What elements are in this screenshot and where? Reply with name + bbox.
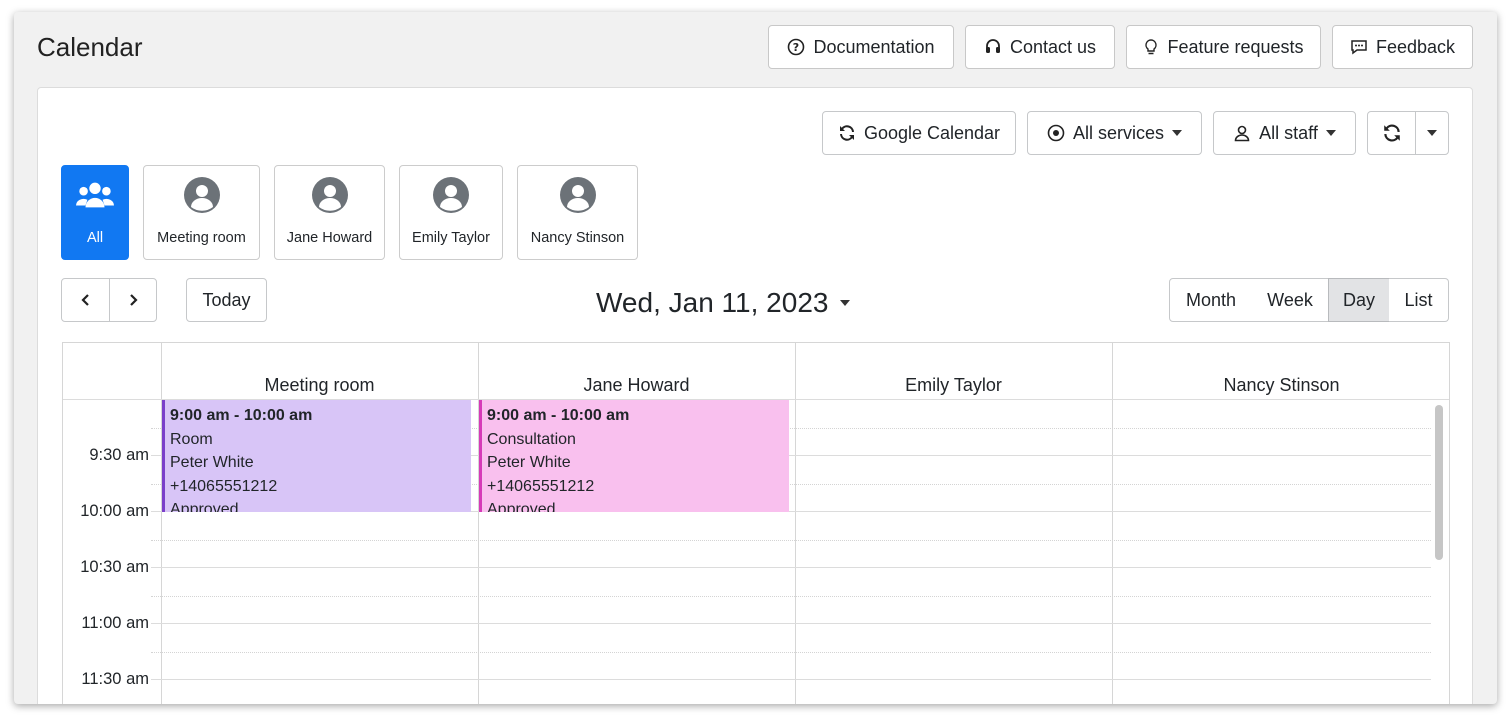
documentation-button[interactable]: ? Documentation	[768, 25, 954, 69]
caret-down-icon	[1172, 130, 1183, 136]
services-label: All services	[1072, 122, 1165, 143]
event-status: Approved	[487, 501, 556, 512]
staff-filter-label: Emily Taylor	[412, 230, 490, 246]
staff-filter-jane-howard[interactable]: Jane Howard	[274, 165, 385, 260]
date-picker[interactable]: Wed, Jan 11, 2023	[596, 287, 851, 319]
next-button[interactable]	[109, 278, 157, 322]
view-week-button[interactable]: Week	[1252, 278, 1329, 322]
avatar-icon	[311, 177, 348, 213]
time-label: 10:00 am	[80, 502, 149, 520]
staff-filter-label: Jane Howard	[286, 230, 373, 246]
staff-label: All staff	[1259, 122, 1318, 143]
view-day-button[interactable]: Day	[1328, 278, 1390, 322]
avatar-icon	[559, 177, 596, 213]
google-calendar-label: Google Calendar	[863, 122, 1001, 143]
contact-us-label: Contact us	[1009, 36, 1097, 57]
refresh-icon	[1383, 124, 1400, 142]
column-header: Meeting room	[264, 375, 375, 395]
event-time: 9:00 am - 10:00 am	[170, 407, 313, 424]
appointment-event[interactable]: 9:00 am - 10:00 am Consultation Peter Wh…	[479, 400, 789, 512]
feedback-button[interactable]: Feedback	[1332, 25, 1473, 69]
svg-text:?: ?	[793, 41, 799, 54]
appointment-event[interactable]: 9:00 am - 10:00 am Room Peter White +140…	[162, 400, 471, 512]
event-phone: +14065551212	[170, 477, 278, 495]
staff-filter-label: All	[86, 230, 104, 246]
calendar-card: Google Calendar All services All staff A…	[37, 87, 1473, 704]
contact-us-button[interactable]: Contact us	[965, 25, 1115, 69]
time-label: 11:30 am	[81, 670, 149, 688]
today-button[interactable]: Today	[186, 278, 267, 322]
avatar-icon	[183, 177, 220, 213]
refresh-options-dropdown[interactable]	[1415, 111, 1449, 155]
time-label: 10:30 am	[80, 558, 149, 576]
question-circle-icon: ?	[788, 38, 805, 56]
event-customer: Peter White	[170, 454, 254, 471]
event-time: 9:00 am - 10:00 am	[487, 407, 630, 424]
caret-down-icon	[1427, 130, 1437, 136]
chevron-right-icon	[130, 294, 138, 306]
app-window: Calendar ? Documentation Contact us Feat…	[14, 12, 1497, 704]
staff-filter-meeting-room[interactable]: Meeting room	[143, 165, 260, 260]
day-grid: Meeting room Jane Howard Emily Taylor Na…	[62, 342, 1450, 704]
dot-circle-icon	[1047, 124, 1065, 142]
user-icon	[1234, 125, 1250, 142]
refresh-button[interactable]	[1367, 111, 1416, 155]
staff-filter-all[interactable]: All	[61, 165, 129, 260]
event-status: Approved	[170, 501, 239, 512]
scrollbar-thumb[interactable]	[1435, 405, 1443, 560]
time-label: 11:00 am	[81, 614, 149, 632]
feedback-label: Feedback	[1375, 36, 1456, 57]
staff-filter-label: Meeting room	[157, 230, 246, 246]
chevron-left-icon	[80, 294, 89, 306]
headset-icon	[985, 39, 1000, 53]
time-label: 9:30 am	[89, 446, 149, 464]
event-phone: +14065551212	[487, 477, 595, 495]
sync-icon	[839, 125, 854, 141]
caret-down-icon	[1325, 130, 1336, 136]
staff-dropdown[interactable]: All staff	[1213, 111, 1356, 155]
feature-requests-label: Feature requests	[1167, 36, 1304, 57]
column-header: Nancy Stinson	[1223, 375, 1340, 395]
prev-button[interactable]	[61, 278, 110, 322]
staff-filter-nancy-stinson[interactable]: Nancy Stinson	[517, 165, 638, 260]
page-title: Calendar	[37, 32, 143, 62]
column-header: Jane Howard	[583, 375, 690, 395]
view-month-button[interactable]: Month	[1169, 278, 1253, 322]
current-date: Wed, Jan 11, 2023	[596, 287, 829, 318]
view-list-button[interactable]: List	[1389, 278, 1449, 322]
caret-down-icon	[840, 300, 851, 306]
documentation-label: Documentation	[813, 36, 935, 57]
event-service: Room	[170, 430, 213, 448]
lightbulb-icon	[1145, 39, 1158, 55]
event-customer: Peter White	[487, 454, 571, 471]
staff-filter-emily-taylor[interactable]: Emily Taylor	[399, 165, 503, 260]
google-calendar-button[interactable]: Google Calendar	[822, 111, 1016, 155]
chat-icon	[1351, 40, 1367, 55]
users-group-icon	[76, 182, 114, 208]
avatar-icon	[433, 177, 469, 213]
staff-filter-label: Nancy Stinson	[530, 230, 625, 246]
services-dropdown[interactable]: All services	[1027, 111, 1202, 155]
event-service: Consultation	[487, 430, 576, 448]
feature-requests-button[interactable]: Feature requests	[1126, 25, 1321, 69]
column-header: Emily Taylor	[905, 375, 1002, 395]
